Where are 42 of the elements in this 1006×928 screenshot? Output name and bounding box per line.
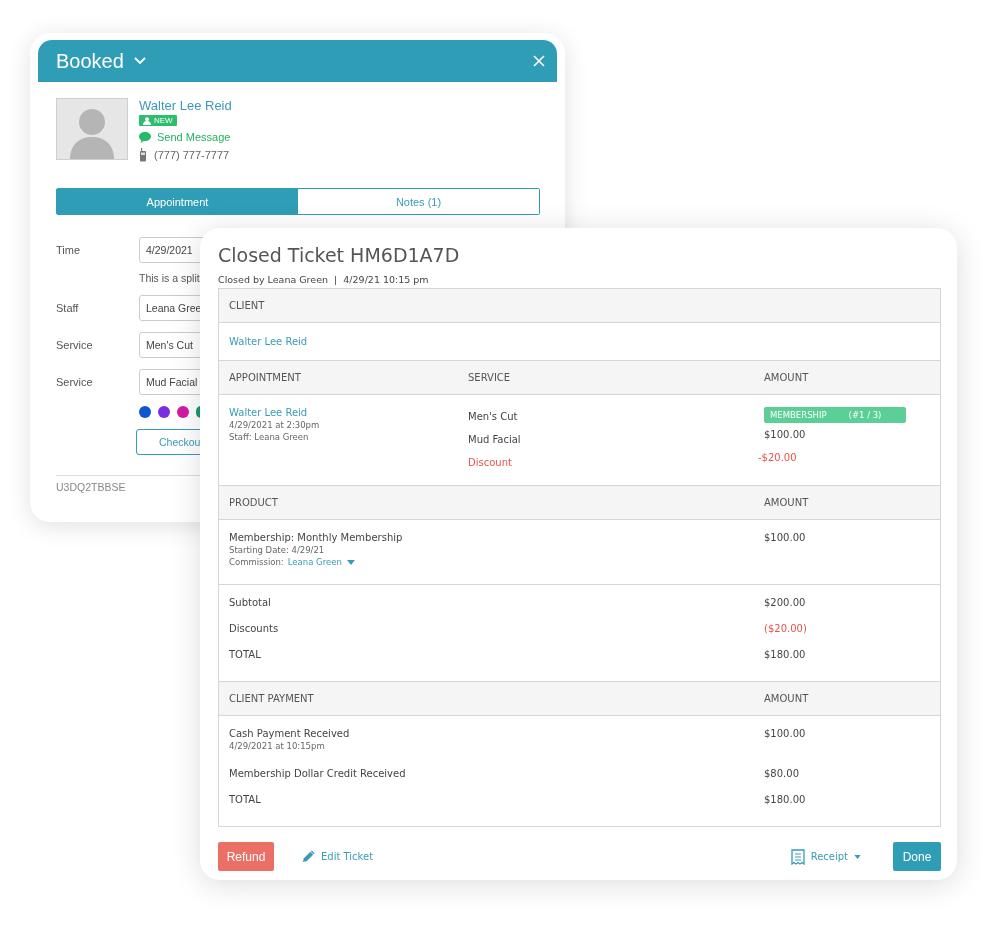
closed-by-text: Closed by Leana Green | 4/29/21 10:15 pm	[218, 274, 430, 285]
column-header: SERVICE	[468, 372, 512, 383]
total-value: $200.00	[764, 597, 807, 608]
column-header: CLIENT	[229, 300, 266, 311]
field-label: Time	[56, 244, 82, 256]
service-name: Mud Facial	[468, 434, 522, 447]
visit-count: (#1 / 3)	[848, 410, 882, 420]
product-name: Membership: Monthly Membership	[229, 532, 404, 543]
amount-text: $100.00	[764, 429, 807, 442]
payment-amount: $180.00	[764, 794, 807, 805]
total-value: $180.00	[764, 649, 807, 660]
starting-date: Starting Date: 4/29/21	[229, 545, 326, 555]
badge-text: NEW	[154, 116, 173, 125]
total-label: Discounts	[229, 623, 280, 634]
payment-label: Cash Payment Received	[229, 728, 351, 739]
discount-amount: -$20.00	[758, 452, 798, 465]
phone-number: (777) 777-7777	[154, 149, 230, 161]
ticket-title: Closed Ticket HM6D1A7D	[218, 243, 461, 268]
total-value: ($20.00)	[764, 623, 808, 634]
column-header: AMOUNT	[764, 497, 810, 508]
payment-date: 4/29/2021 at 10:15pm	[229, 741, 326, 751]
field-label: Service	[56, 376, 94, 388]
payment-amount: $80.00	[764, 768, 800, 779]
column-header: AMOUNT	[764, 372, 810, 383]
amount-text: $100.00	[764, 532, 807, 543]
payment-label: TOTAL	[229, 794, 262, 805]
column-header: PRODUCT	[229, 497, 279, 508]
total-label: Subtotal	[229, 597, 272, 608]
service-name: Men's Cut	[468, 411, 519, 424]
payment-label: Membership Dollar Credit Received	[229, 768, 407, 779]
membership-label: MEMBERSHIP	[770, 410, 827, 420]
column-header: CLIENT PAYMENT	[229, 693, 315, 704]
note-text: This is a split	[139, 272, 200, 286]
total-label: TOTAL	[229, 649, 262, 660]
column-header: APPOINTMENT	[229, 372, 302, 383]
column-header: AMOUNT	[764, 693, 810, 704]
commission-label: Commission:	[229, 557, 284, 567]
payment-amount: $100.00	[764, 728, 807, 739]
field-label: Staff	[56, 302, 80, 314]
field-label: Service	[56, 339, 94, 351]
staff-text: Staff: Leana Green	[229, 432, 310, 442]
appointment-date: 4/29/2021 at 2:30pm	[229, 420, 321, 430]
